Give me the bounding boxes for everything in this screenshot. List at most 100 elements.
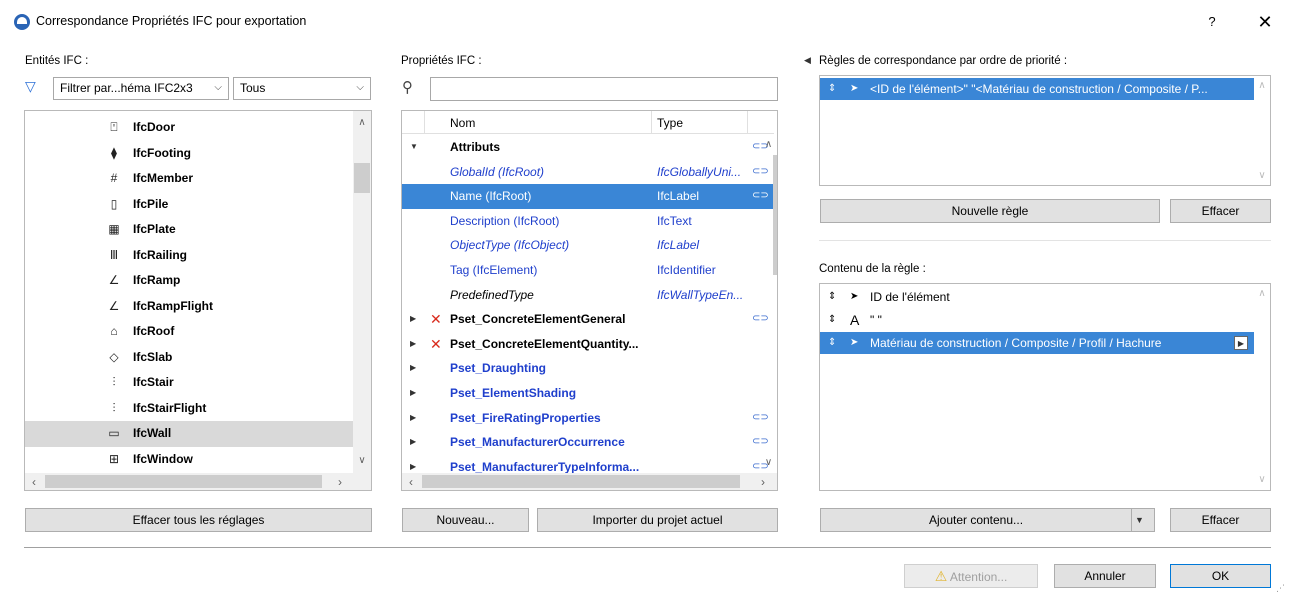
reorder-icon[interactable]: ⇕ bbox=[828, 332, 836, 354]
tree-item-ifcpile[interactable]: ▯ IfcPile bbox=[25, 192, 353, 218]
search-input[interactable] bbox=[430, 77, 778, 101]
member-icon: # bbox=[110, 171, 118, 185]
new-property-button[interactable]: Nouveau... bbox=[402, 508, 529, 532]
content-label: ID de l'élément bbox=[870, 290, 950, 304]
table-row[interactable]: ▶ ✕ Pset_ConcreteElementGeneral ⊂⊃ bbox=[402, 307, 774, 332]
table-row[interactable]: Tag (IfcElement) IfcIdentifier bbox=[402, 258, 774, 283]
expand-down-icon[interactable]: ▼ bbox=[410, 135, 420, 159]
horizontal-scrollbar[interactable]: ‹ › bbox=[402, 473, 777, 490]
ok-button[interactable]: OK bbox=[1170, 564, 1271, 588]
scope-filter-dropdown[interactable]: Tous ⌵ bbox=[233, 77, 371, 100]
expand-right-icon[interactable]: ▶ bbox=[410, 430, 420, 454]
tree-item-ifcroof[interactable]: ⌂ IfcRoof bbox=[25, 319, 353, 345]
expand-right-icon[interactable]: ▶ bbox=[1234, 336, 1248, 350]
scroll-up-icon[interactable]: ∧ bbox=[760, 139, 777, 150]
divider bbox=[819, 240, 1271, 241]
wall-icon: ▭ bbox=[108, 426, 120, 440]
scroll-left-icon[interactable]: ‹ bbox=[27, 475, 41, 489]
reorder-icon[interactable]: ⇕ bbox=[828, 286, 836, 308]
new-rule-button[interactable]: Nouvelle règle bbox=[820, 199, 1160, 223]
rule-content-item[interactable]: ⇕ ➤ ID de l'élément bbox=[820, 286, 1254, 308]
tree-item-ifcramp[interactable]: ∠ IfcRamp bbox=[25, 268, 353, 294]
search-icon: ⚲ bbox=[402, 79, 413, 96]
tree-item-ifcmember[interactable]: # IfcMember bbox=[25, 166, 353, 192]
table-row[interactable]: ▶ ✕ Pset_ConcreteElementQuantity... bbox=[402, 332, 774, 357]
rule-content-list[interactable]: ⇕ ➤ ID de l'élément ⇕ A " " ⇕ ➤ Matériau de cons… bbox=[819, 283, 1271, 491]
expand-right-icon[interactable]: ▶ bbox=[410, 406, 420, 430]
rules-list[interactable]: ⇕ ➤ <ID de l'élément>" "<Matériau de const… bbox=[819, 75, 1271, 186]
add-content-dropdown[interactable]: Ajouter contenu... ▼ bbox=[820, 508, 1155, 532]
property-type: IfcLabel bbox=[657, 238, 700, 253]
scroll-down-icon[interactable]: ∨ bbox=[353, 455, 371, 466]
table-row[interactable]: PredefinedType IfcWallTypeEn... bbox=[402, 283, 774, 308]
scroll-down-icon[interactable]: ∨ bbox=[1254, 170, 1270, 181]
scroll-right-icon[interactable]: › bbox=[756, 475, 770, 489]
tree-item-label: IfcRampFlight bbox=[133, 298, 213, 313]
scroll-up-icon[interactable]: ∧ bbox=[1254, 80, 1270, 91]
expand-right-icon[interactable]: ▶ bbox=[410, 307, 420, 331]
tree-item-ifcdoor[interactable]: ⍞ IfcDoor bbox=[25, 115, 353, 141]
tree-item-ifcplate[interactable]: ▦ IfcPlate bbox=[25, 217, 353, 243]
pointer-icon: ➤ bbox=[850, 337, 859, 348]
horizontal-scrollbar[interactable]: ‹ › bbox=[25, 473, 371, 490]
clear-rule-button[interactable]: Effacer bbox=[1170, 199, 1271, 223]
rule-content-item[interactable]: ⇕ ➤ Matériau de construction / Composite /… bbox=[820, 332, 1254, 354]
rule-item[interactable]: ⇕ ➤ <ID de l'élément>" "<Matériau de const… bbox=[820, 78, 1254, 100]
table-row[interactable]: ▶ Pset_Draughting bbox=[402, 356, 774, 381]
scroll-thumb[interactable] bbox=[422, 475, 740, 488]
resize-grip-icon[interactable]: ⋰ bbox=[1276, 583, 1285, 594]
scroll-left-icon[interactable]: ‹ bbox=[404, 475, 418, 489]
ifc-properties-table[interactable]: Nom Type ▼ Attributs ⊂⊃ GlobalId (IfcRoot) I… bbox=[401, 110, 778, 491]
table-row[interactable]: ▼ Attributs ⊂⊃ bbox=[402, 135, 774, 160]
collapse-arrow-icon[interactable]: ◀ bbox=[804, 55, 811, 66]
tree-item-ifcwindow[interactable]: ⊞ IfcWindow bbox=[25, 447, 353, 473]
cancel-button[interactable]: Annuler bbox=[1054, 564, 1156, 588]
ifc-properties-rows: ▼ Attributs ⊂⊃ GlobalId (IfcRoot) IfcGloball… bbox=[402, 135, 774, 473]
rule-content-item[interactable]: ⇕ A " " bbox=[820, 309, 1254, 331]
scroll-right-icon[interactable]: › bbox=[333, 475, 347, 489]
import-from-project-button[interactable]: Importer du projet actuel bbox=[537, 508, 778, 532]
vertical-scrollbar[interactable]: ∧ ∨ bbox=[353, 111, 371, 473]
column-header-name[interactable]: Nom bbox=[450, 116, 475, 130]
tree-item-ifcfooting[interactable]: ⧫ IfcFooting bbox=[25, 141, 353, 167]
table-row[interactable]: ▶ Pset_ManufacturerOccurrence ⊂⊃ bbox=[402, 430, 774, 455]
pointer-icon: ➤ bbox=[850, 291, 859, 302]
scroll-thumb[interactable] bbox=[354, 163, 370, 193]
table-row[interactable]: Name (IfcRoot) IfcLabel ⊂⊃ bbox=[402, 184, 774, 209]
tree-item-ifcstair[interactable]: ⫶ IfcStair bbox=[25, 370, 353, 396]
reorder-icon[interactable]: ⇕ bbox=[828, 309, 836, 331]
reorder-icon[interactable]: ⇕ bbox=[828, 78, 836, 100]
vertical-scrollbar[interactable]: ∧ ∨ bbox=[760, 135, 777, 473]
expand-right-icon[interactable]: ▶ bbox=[410, 332, 420, 356]
expand-right-icon[interactable]: ▶ bbox=[410, 381, 420, 405]
table-row[interactable]: GlobalId (IfcRoot) IfcGloballyUni... ⊂⊃ bbox=[402, 160, 774, 185]
clear-all-settings-button[interactable]: Effacer tous les réglages bbox=[25, 508, 372, 532]
table-row[interactable]: Description (IfcRoot) IfcText bbox=[402, 209, 774, 234]
schema-filter-dropdown[interactable]: Filtrer par...héma IFC2x3 ⌵ bbox=[53, 77, 229, 100]
column-header-type[interactable]: Type bbox=[657, 116, 683, 130]
caret-down-icon[interactable]: ▼ bbox=[1135, 509, 1144, 531]
ifc-entities-tree[interactable]: ⍞ IfcDoor ⧫ IfcFooting # IfcMember ▯ IfcPile ▦ If… bbox=[24, 110, 372, 491]
table-row[interactable]: ▶ Pset_ManufacturerTypeInforma... ⊂⊃ bbox=[402, 455, 774, 473]
scroll-thumb[interactable] bbox=[773, 155, 777, 275]
tree-item-ifcwall[interactable]: ▭ IfcWall bbox=[25, 421, 353, 447]
tree-item-ifcslab[interactable]: ◇ IfcSlab bbox=[25, 345, 353, 371]
clear-content-button[interactable]: Effacer bbox=[1170, 508, 1271, 532]
scroll-up-icon[interactable]: ∧ bbox=[1254, 288, 1270, 299]
scroll-down-icon[interactable]: ∨ bbox=[760, 457, 777, 468]
tree-item-ifcrampflight[interactable]: ∠ IfcRampFlight bbox=[25, 294, 353, 320]
tree-item-ifcstairflight[interactable]: ⫶ IfcStairFlight bbox=[25, 396, 353, 422]
expand-right-icon[interactable]: ▶ bbox=[410, 455, 420, 473]
help-button[interactable]: ? bbox=[1198, 10, 1226, 34]
scroll-up-icon[interactable]: ∧ bbox=[353, 117, 371, 128]
table-row[interactable]: ▶ Pset_ElementShading bbox=[402, 381, 774, 406]
error-x-icon: ✕ bbox=[430, 335, 442, 352]
tree-item-label: IfcWall bbox=[133, 426, 172, 440]
tree-item-ifcrailing[interactable]: Ⅲ IfcRailing bbox=[25, 243, 353, 269]
expand-right-icon[interactable]: ▶ bbox=[410, 356, 420, 380]
table-row[interactable]: ▶ Pset_FireRatingProperties ⊂⊃ bbox=[402, 406, 774, 431]
close-button[interactable]: ✕ bbox=[1250, 10, 1280, 34]
scroll-down-icon[interactable]: ∨ bbox=[1254, 474, 1270, 485]
scroll-thumb[interactable] bbox=[45, 475, 322, 488]
table-row[interactable]: ObjectType (IfcObject) IfcLabel bbox=[402, 233, 774, 258]
